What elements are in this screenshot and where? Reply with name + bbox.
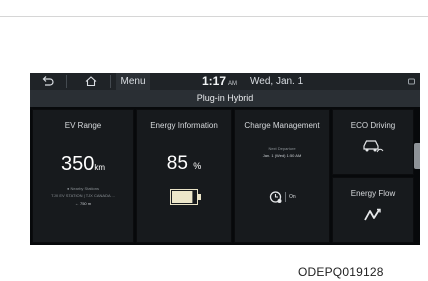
battery-icon	[170, 189, 202, 205]
battery-percent-value: 85	[166, 153, 188, 174]
status-indicator-icon	[407, 73, 417, 90]
battery-percent-line: 85 %	[137, 153, 231, 177]
status-separator	[110, 75, 111, 88]
clock-ampm: AM	[228, 81, 238, 87]
ev-range-title: EV Range	[64, 121, 102, 130]
page-title: Plug-in Hybrid	[30, 90, 420, 107]
nearby-stations-text: Nearby Stations	[70, 186, 99, 191]
eco-car-icon	[362, 138, 384, 154]
home-icon[interactable]	[84, 73, 98, 90]
battery-fill	[172, 191, 193, 203]
energy-information-title: Energy Information	[150, 121, 218, 130]
ev-range-value: 350	[60, 153, 95, 175]
ev-range-value-line: 350km	[33, 152, 133, 180]
clock-plug-icon	[269, 190, 283, 204]
back-arrow-icon[interactable]	[41, 73, 55, 90]
date: Wed, Jan. 1	[250, 76, 304, 87]
energy-flow-title: Energy Flow	[350, 189, 396, 198]
eco-driving-title: ECO Driving	[350, 121, 396, 130]
next-departure-value: Jan. 1 (Wed) 1:50 AM	[262, 153, 302, 158]
energy-information-tile[interactable]: Energy Information 85 %	[136, 109, 232, 243]
status-separator	[66, 75, 67, 88]
energy-flow-icon	[363, 207, 383, 223]
battery-percent-unit: %	[193, 161, 202, 171]
figure-code: ODEPQ019128	[298, 265, 384, 279]
next-departure-label: Next Departure	[268, 146, 296, 151]
top-divider-line	[0, 16, 428, 17]
nearby-stations-label: ● Nearby Stations	[67, 186, 99, 191]
infotainment-screen: Menu 1:17 AM Wed, Jan. 1 Plug-in Hybrid E…	[30, 73, 420, 245]
charge-status-text: On	[289, 194, 296, 200]
menu-button[interactable]: Menu	[116, 73, 150, 90]
eco-driving-tile[interactable]: ECO Driving	[332, 109, 414, 175]
status-divider	[285, 192, 286, 202]
ev-range-unit: km	[94, 163, 106, 172]
energy-flow-tile[interactable]: Energy Flow	[332, 177, 414, 243]
clock: 1:17 AM	[202, 73, 237, 90]
station-distance: ← 750 m	[74, 201, 92, 206]
clock-time: 1:17	[202, 74, 227, 88]
side-panel-handle[interactable]	[414, 143, 420, 169]
charge-management-tile[interactable]: Charge Management Next Departure Jan. 1 …	[234, 109, 330, 243]
ev-range-tile[interactable]: EV Range 350km ● Nearby Stations TJX EV …	[32, 109, 134, 243]
station-list[interactable]: TJX EV STATION | TJX CANADA ...	[33, 193, 133, 199]
status-bar: Menu 1:17 AM Wed, Jan. 1	[30, 73, 420, 90]
charge-management-title: Charge Management	[244, 121, 320, 130]
